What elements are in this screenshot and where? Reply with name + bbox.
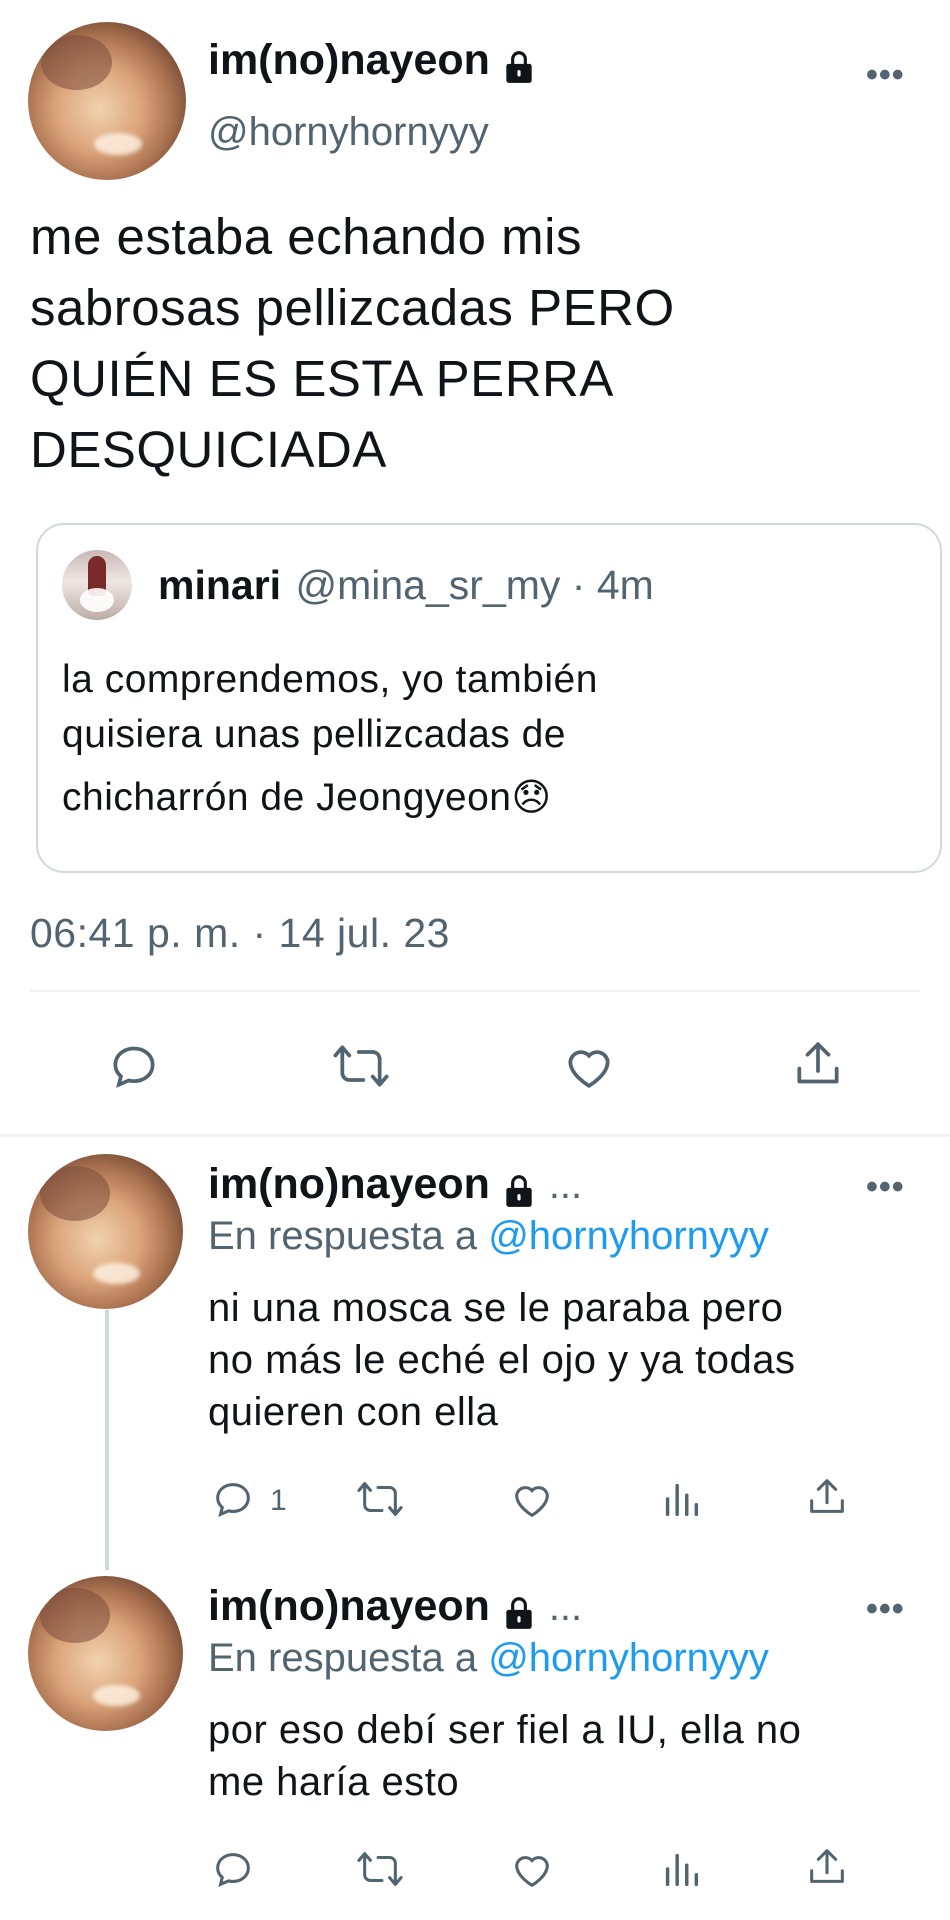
reply-text-line: me haría esto	[208, 1760, 460, 1804]
tweet-text-line: me estaba echando mis	[30, 208, 582, 265]
analytics-icon[interactable]	[658, 1476, 704, 1522]
reply-icon[interactable]	[210, 1846, 256, 1892]
reply-mention-link[interactable]: @hornyhornyyy	[488, 1214, 769, 1258]
section-divider	[0, 1134, 950, 1137]
reply-display-name[interactable]: im(no)nayeon	[208, 1160, 490, 1208]
tweet-text-line: DESQUICIADA	[30, 421, 387, 478]
reply-text-line: ni una mosca se le paraba pero	[208, 1286, 784, 1330]
like-icon[interactable]	[560, 1038, 618, 1094]
author-display-name[interactable]: im(no)nayeon	[208, 36, 490, 84]
quoted-author-avatar[interactable]	[62, 550, 132, 620]
tweet-timestamp[interactable]: 06:41 p. m. · 14 jul. 23	[30, 910, 450, 957]
reply-header: im(no)nayeon ...	[208, 1160, 582, 1215]
reply-icon[interactable]	[210, 1476, 256, 1522]
reply-author-avatar[interactable]	[28, 1576, 183, 1731]
reply-prefix: En respuesta a	[208, 1636, 478, 1680]
retweet-icon[interactable]	[354, 1476, 406, 1522]
author-name-row[interactable]: im(no)nayeon	[208, 36, 538, 91]
retweet-icon[interactable]	[330, 1038, 392, 1094]
divider	[30, 990, 920, 992]
more-options-icon[interactable]: •••	[866, 1590, 905, 1629]
reply-text: por eso debí ser fiel a IU, ella no me h…	[208, 1704, 938, 1808]
reply-context: En respuesta a @hornyhornyyy	[208, 1214, 769, 1259]
thread-line	[105, 1310, 109, 1570]
share-icon[interactable]	[790, 1036, 846, 1092]
author-handle[interactable]: @hornyhornyyy	[208, 110, 489, 155]
share-icon[interactable]	[804, 1844, 850, 1890]
reply-display-name[interactable]: im(no)nayeon	[208, 1582, 490, 1630]
lock-icon	[500, 1172, 538, 1215]
quoted-meta: @mina_sr_my · 4m	[295, 562, 654, 608]
reply-text-line: no más le eché el ojo y ya todas	[208, 1338, 796, 1382]
reply-header: im(no)nayeon ...	[208, 1582, 582, 1637]
like-icon[interactable]	[508, 1476, 556, 1522]
reply-mention-link[interactable]: @hornyhornyyy	[488, 1636, 769, 1680]
reply-count: 1	[270, 1484, 287, 1517]
quoted-text-line: la comprendemos, yo también	[62, 658, 598, 701]
reply-text-line: quieren con ella	[208, 1390, 499, 1434]
lock-icon	[500, 48, 538, 91]
analytics-icon[interactable]	[658, 1846, 704, 1892]
tweet-text-line: sabrosas pellizcadas PERO	[30, 279, 675, 336]
author-avatar[interactable]	[28, 22, 186, 180]
reply-author-avatar[interactable]	[28, 1154, 183, 1309]
quoted-header: minari @mina_sr_my · 4m	[158, 562, 654, 609]
lock-icon	[500, 1594, 538, 1637]
quoted-text: la comprendemos, yo también quisiera una…	[62, 652, 922, 826]
tweet-text-line: QUIÉN ES ESTA PERRA	[30, 350, 614, 407]
quoted-text-line: quisiera unas pellizcadas de	[62, 713, 566, 756]
truncation-ellipsis: ...	[548, 1585, 583, 1629]
more-options-icon[interactable]: •••	[866, 1168, 905, 1207]
reply-context: En respuesta a @hornyhornyyy	[208, 1636, 769, 1681]
truncation-ellipsis: ...	[548, 1163, 583, 1207]
more-options-icon[interactable]: •••	[866, 56, 905, 95]
retweet-icon[interactable]	[354, 1846, 406, 1892]
reply-icon[interactable]	[106, 1038, 162, 1094]
share-icon[interactable]	[804, 1474, 850, 1520]
like-icon[interactable]	[508, 1846, 556, 1892]
reply-text-line: por eso debí ser fiel a IU, ella no	[208, 1708, 802, 1752]
disappointed-face-emoji: 😞	[511, 777, 552, 819]
quoted-text-line: chicharrón de Jeongyeon	[62, 776, 512, 819]
tweet-text: me estaba echando mis sabrosas pellizcad…	[30, 208, 930, 479]
reply-prefix: En respuesta a	[208, 1214, 478, 1258]
quoted-display-name: minari	[158, 562, 282, 608]
reply-text: ni una mosca se le paraba pero no más le…	[208, 1282, 938, 1438]
